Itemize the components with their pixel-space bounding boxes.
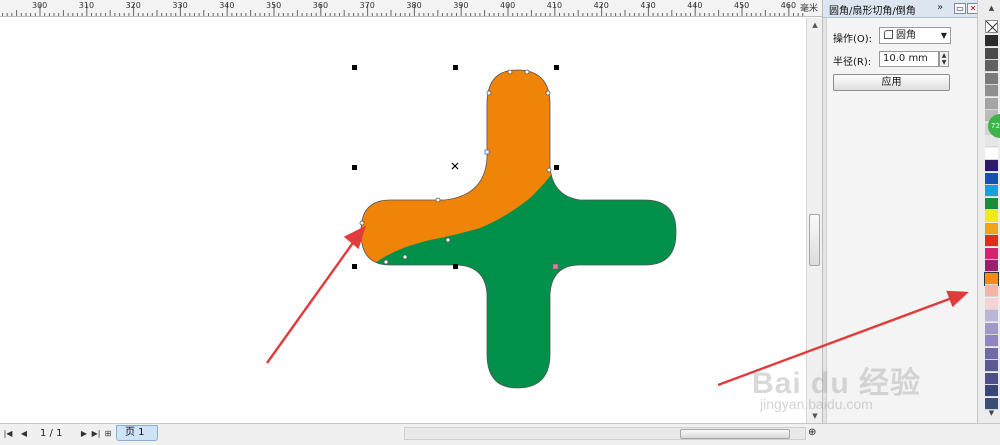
baidu-watermark-url: jingyan.baidu.com — [760, 396, 873, 412]
corel-window: 300 310 320 330 340 350 360 370 380 390 400 410 420 4… — [0, 0, 1000, 445]
